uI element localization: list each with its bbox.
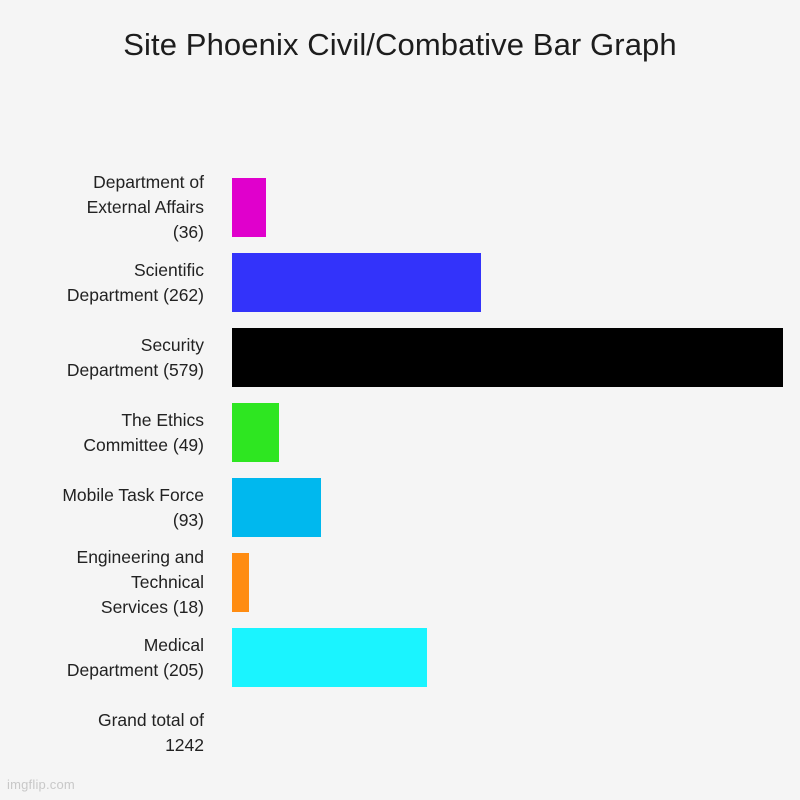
chart-row: Department of External Affairs (36) [0,170,800,245]
bar-label: Engineering and Technical Services (18) [76,547,204,617]
bar-label: Grand total of 1242 [97,709,204,755]
chart-row: Grand total of 1242 [0,695,800,770]
bar-rect [232,553,249,612]
bar-track [212,545,800,620]
bar-label: Medical Department (205) [66,634,204,680]
bar-rect [232,328,783,387]
bar-label: The Ethics Committee (49) [83,409,204,455]
chart-row: Engineering and Technical Services (18) [0,545,800,620]
bar-track [212,320,800,395]
chart-rows: Department of External Affairs (36) Scien… [0,170,800,770]
bar-track [212,470,800,545]
bar-track [212,170,800,245]
bar-rect [232,403,279,462]
bar-track [212,245,800,320]
bar-label: Security Department (579) [66,334,204,380]
bar-rect [232,628,427,687]
chart-row: Security Department (579) [0,320,800,395]
bar-rect [232,253,481,312]
imgflip-watermark: imgflip.com [7,777,75,792]
chart-row: The Ethics Committee (49) [0,395,800,470]
chart-row: Scientific Department (262) [0,245,800,320]
bar-track [212,695,800,770]
bar-chart: Site Phoenix Civil/Combative Bar Graph D… [0,0,800,800]
bar-rect [232,178,266,237]
bar-label: Department of External Affairs (36) [86,172,204,242]
chart-title: Site Phoenix Civil/Combative Bar Graph [123,27,677,62]
bar-track [212,620,800,695]
chart-row: Mobile Task Force (93) [0,470,800,545]
bar-label: Mobile Task Force (93) [62,484,204,530]
bar-track [212,395,800,470]
bar-label: Scientific Department (262) [66,259,204,305]
bar-rect [232,478,321,537]
chart-row: Medical Department (205) [0,620,800,695]
